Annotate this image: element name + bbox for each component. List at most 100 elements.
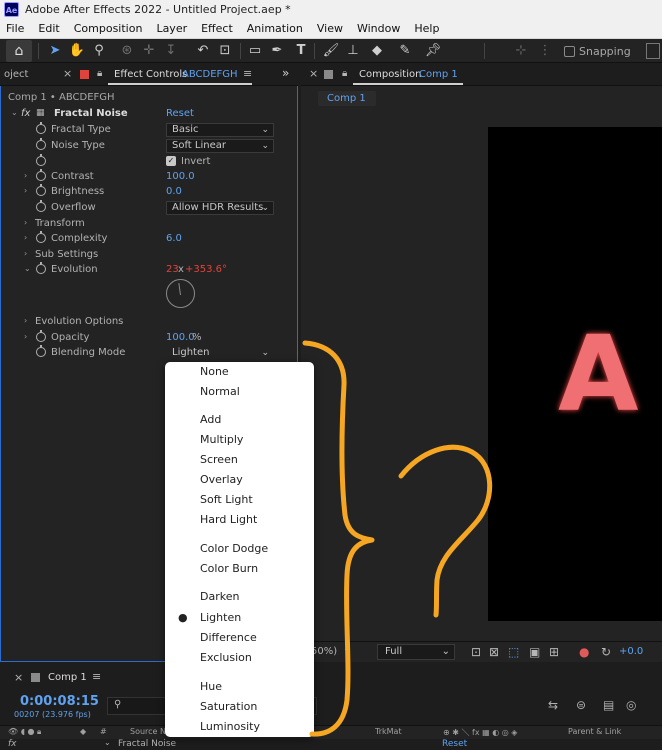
- stopwatch-icon[interactable]: [36, 200, 46, 212]
- pan-behind-icon[interactable]: ⊡: [216, 42, 234, 60]
- expand-arrow-icon[interactable]: ›: [24, 186, 27, 195]
- align-icon[interactable]: ⊹: [512, 42, 530, 60]
- trkmat-column[interactable]: TrkMat: [375, 727, 402, 736]
- fx-icon[interactable]: fx: [21, 108, 30, 119]
- snapping-checkbox[interactable]: [564, 45, 575, 57]
- frame-blending-icon[interactable]: ▤: [603, 698, 614, 712]
- expand-arrow-icon[interactable]: ⌄: [104, 738, 111, 747]
- magnification-value[interactable]: 50%): [311, 646, 337, 657]
- expand-arrow-icon[interactable]: ›: [24, 171, 27, 180]
- motion-blur-icon[interactable]: ◎: [626, 698, 636, 712]
- composition-navigator-chip[interactable]: Comp 1: [318, 91, 376, 106]
- menu-item-color-dodge[interactable]: Color Dodge: [165, 539, 314, 559]
- zoom-tool-icon[interactable]: ⚲: [90, 42, 108, 60]
- expand-arrow-icon[interactable]: ›: [24, 218, 27, 227]
- expand-arrow-icon[interactable]: ›: [24, 249, 27, 258]
- menu-composition[interactable]: Composition: [74, 22, 143, 35]
- selection-tool-icon[interactable]: ➤: [46, 42, 64, 60]
- eraser-icon[interactable]: ◆: [368, 42, 386, 60]
- pan-camera-icon[interactable]: ✛: [140, 42, 158, 60]
- overflow-dropdown[interactable]: Allow HDR Results ⌄: [166, 201, 274, 215]
- reset-exposure-icon[interactable]: ↻: [601, 645, 611, 659]
- safe-margins-icon[interactable]: ▣: [529, 645, 540, 659]
- expand-arrow-icon[interactable]: ›: [24, 233, 27, 242]
- expand-panels-icon[interactable]: »: [282, 66, 289, 80]
- menu-window[interactable]: Window: [357, 22, 400, 35]
- menu-file[interactable]: File: [6, 22, 24, 35]
- brightness-value[interactable]: 0.0: [166, 186, 182, 197]
- snapping-toggle[interactable]: Snapping: [564, 44, 631, 58]
- rotate-tool-icon[interactable]: ↶: [194, 42, 212, 60]
- stopwatch-icon[interactable]: [36, 330, 46, 342]
- menu-animation[interactable]: Animation: [247, 22, 303, 35]
- invert-checkbox[interactable]: ✓: [166, 156, 176, 166]
- region-of-interest-icon[interactable]: ⊡: [471, 645, 481, 659]
- fractal-type-dropdown[interactable]: Basic ⌄: [166, 123, 274, 137]
- noise-type-dropdown[interactable]: Soft Linear ⌄: [166, 139, 274, 153]
- dolly-camera-icon[interactable]: ↧: [162, 42, 180, 60]
- stopwatch-icon[interactable]: [36, 262, 46, 274]
- pen-tool-icon[interactable]: ✒: [268, 42, 286, 60]
- menu-item-lighten[interactable]: ● Lighten: [165, 608, 314, 628]
- opacity-value[interactable]: 100.0: [166, 332, 195, 343]
- menu-edit[interactable]: Edit: [38, 22, 59, 35]
- source-name-column[interactable]: Source N: [130, 727, 166, 736]
- evolution-degrees[interactable]: +353.6°: [185, 264, 227, 275]
- lock-icon[interactable]: 🔒︎: [342, 68, 347, 79]
- menu-item-difference[interactable]: Difference: [165, 628, 314, 648]
- group-sub-settings[interactable]: › Sub Settings: [0, 248, 296, 263]
- mask-path-icon[interactable]: ⬚: [508, 645, 519, 659]
- transparency-grid-icon[interactable]: ⊠: [489, 645, 499, 659]
- layer-row[interactable]: fx ⌄ Fractal Noise Reset: [0, 738, 662, 750]
- menu-item-screen[interactable]: Screen: [165, 450, 314, 470]
- complexity-value[interactable]: 6.0: [166, 233, 182, 244]
- contrast-value[interactable]: 100.0: [166, 171, 195, 182]
- exposure-value[interactable]: +0.0: [619, 646, 643, 657]
- blending-mode-dropdown[interactable]: Lighten ⌄: [166, 346, 274, 360]
- evolution-revolutions[interactable]: 23: [166, 264, 179, 275]
- menu-item-hard-light[interactable]: Hard Light: [165, 510, 314, 530]
- orbit-camera-icon[interactable]: ⊛: [118, 42, 136, 60]
- close-icon[interactable]: ×: [63, 67, 72, 80]
- workspace-icon[interactable]: [646, 43, 660, 59]
- menu-item-multiply[interactable]: Multiply: [165, 430, 314, 450]
- menu-item-darken[interactable]: Darken: [165, 587, 314, 607]
- menu-view[interactable]: View: [317, 22, 343, 35]
- distribute-icon[interactable]: ⋮: [536, 42, 554, 60]
- panel-menu-icon[interactable]: ≡: [92, 670, 101, 683]
- menu-item-luminosity[interactable]: Luminosity: [165, 717, 314, 737]
- stopwatch-icon[interactable]: [36, 345, 46, 357]
- brush-tool-icon[interactable]: 🖌︎: [322, 42, 340, 60]
- effect-row-fractal-noise[interactable]: ⌄ fx ▦ Fractal Noise Reset: [0, 107, 296, 122]
- grid-guides-icon[interactable]: ⊞: [549, 645, 559, 659]
- close-icon[interactable]: ×: [309, 67, 318, 80]
- parent-link-column[interactable]: Parent & Link: [568, 727, 621, 736]
- menu-item-hue[interactable]: Hue: [165, 677, 314, 697]
- menu-item-exclusion[interactable]: Exclusion: [165, 648, 314, 668]
- menu-item-overlay[interactable]: Overlay: [165, 470, 314, 490]
- layer-reset-link[interactable]: Reset: [442, 739, 467, 749]
- roto-brush-icon[interactable]: ✎: [396, 42, 414, 60]
- expand-arrow-icon[interactable]: ›: [24, 332, 27, 341]
- puppet-pin-icon[interactable]: 📌︎: [424, 42, 442, 60]
- reset-link[interactable]: Reset: [166, 108, 194, 119]
- resolution-dropdown[interactable]: Full ⌄: [377, 644, 455, 660]
- menu-item-color-burn[interactable]: Color Burn: [165, 559, 314, 579]
- clone-stamp-icon[interactable]: ⊥: [344, 42, 362, 60]
- menu-effect[interactable]: Effect: [201, 22, 233, 35]
- menu-item-add[interactable]: Add: [165, 410, 314, 430]
- tab-effect-controls[interactable]: Effect Controls: [114, 69, 187, 80]
- panel-menu-icon[interactable]: ≡: [243, 67, 252, 80]
- stopwatch-icon[interactable]: [36, 184, 46, 196]
- group-evolution-options[interactable]: › Evolution Options: [0, 315, 296, 330]
- stopwatch-icon[interactable]: [36, 154, 46, 166]
- menu-layer[interactable]: Layer: [156, 22, 187, 35]
- composition-flowchart-icon[interactable]: ⇆: [548, 698, 558, 712]
- collapse-arrow-icon[interactable]: ⌄: [24, 264, 31, 273]
- rectangle-tool-icon[interactable]: ▭: [246, 42, 264, 60]
- menu-item-saturation[interactable]: Saturation: [165, 697, 314, 717]
- lock-icon[interactable]: 🔒︎: [97, 68, 102, 79]
- hand-tool-icon[interactable]: ✋: [68, 42, 86, 60]
- menu-item-none[interactable]: None: [165, 362, 314, 382]
- home-icon[interactable]: ⌂: [6, 40, 32, 62]
